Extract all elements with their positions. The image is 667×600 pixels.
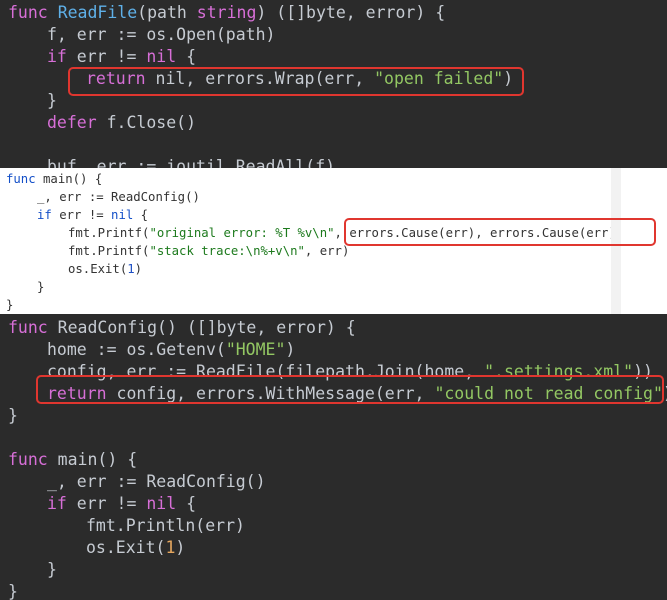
- code-line: f, err := os.Open(path): [47, 24, 275, 46]
- code-line: buf, err := ioutil.ReadAll(f): [47, 156, 335, 168]
- code-token: fmt.Printf(: [68, 226, 150, 240]
- code-pane-readconfig: func ReadConfig() ([]byte, error) {home …: [0, 314, 667, 600]
- code-token: func: [8, 3, 48, 22]
- code-token: nil: [146, 494, 177, 513]
- highlight-cause: [344, 218, 656, 246]
- code-line: }: [47, 559, 57, 581]
- code-token: fmt.Println(err): [86, 516, 245, 535]
- code-token: "HOME": [225, 340, 286, 359]
- code-line: func ReadConfig() ([]byte, error) {: [8, 317, 356, 339]
- code-token: if: [47, 494, 67, 513]
- code-token: ): [175, 538, 186, 557]
- code-token: (path: [137, 3, 197, 22]
- highlight-withmessage: [36, 375, 664, 404]
- code-line: if err != nil {: [37, 206, 148, 224]
- code-token: }: [8, 582, 18, 600]
- code-line: _, err := ReadConfig(): [47, 471, 266, 493]
- code-token: ReadFile: [57, 3, 138, 22]
- code-token: err !=: [66, 494, 147, 513]
- code-line: }: [8, 581, 18, 600]
- code-token: defer: [47, 113, 97, 132]
- code-token: func: [8, 450, 48, 469]
- code-token: 1: [165, 538, 176, 557]
- code-token: buf, err := ioutil.ReadAll(f): [47, 157, 336, 168]
- code-line: }: [37, 278, 44, 296]
- code-token: _, err := ReadConfig(): [47, 472, 266, 491]
- code-token: ): [285, 340, 296, 359]
- code-token: os.Exit(: [68, 262, 128, 276]
- code-line: func main() {: [6, 170, 102, 188]
- code-line: fmt.Println(err): [86, 515, 245, 537]
- code-token: nil: [146, 47, 177, 66]
- code-line: }: [6, 296, 13, 314]
- code-token: if: [47, 47, 67, 66]
- code-token: , err): [304, 244, 350, 258]
- code-token: nil: [111, 208, 134, 222]
- code-line: if err != nil {: [47, 493, 196, 515]
- code-pane-readfile: func ReadFile(path string) ([]byte, erro…: [0, 0, 667, 168]
- code-token: }: [8, 406, 18, 425]
- code-token: {: [176, 47, 197, 66]
- code-line: defer f.Close(): [47, 112, 196, 134]
- code-token: func: [8, 318, 48, 337]
- code-line: func ReadFile(path string) ([]byte, erro…: [8, 2, 445, 24]
- code-token: main() {: [47, 450, 138, 469]
- code-token: f.Close(): [96, 113, 197, 132]
- code-token: if: [37, 208, 52, 222]
- code-token: fmt.Printf(: [68, 244, 150, 258]
- code-token: "original error: %T %v\n": [149, 226, 335, 240]
- code-token: string: [196, 3, 257, 22]
- code-token: }: [6, 298, 14, 312]
- code-line: fmt.Printf("stack trace:\n%+v\n", err): [68, 242, 349, 260]
- code-token: }: [47, 560, 57, 579]
- code-token: _, err := ReadConfig(): [37, 190, 200, 204]
- code-token: ReadConfig() ([]byte, error) {: [47, 318, 356, 337]
- code-token: home := os.Getenv(: [47, 340, 226, 359]
- code-token: err !=: [66, 47, 147, 66]
- highlight-wrap: [68, 67, 524, 96]
- code-token: func: [6, 172, 36, 186]
- code-token: }: [47, 91, 57, 110]
- code-line: os.Exit(1): [86, 537, 185, 559]
- code-line: _, err := ReadConfig(): [37, 188, 200, 206]
- code-token: {: [176, 494, 197, 513]
- code-token: os.Exit(: [86, 538, 166, 557]
- code-pane-main-overlay: func main() { _, err := ReadConfig() if er…: [0, 168, 667, 314]
- code-token: err !=: [51, 208, 112, 222]
- code-token: }: [37, 280, 45, 294]
- code-line: }: [47, 90, 57, 112]
- code-token: main() {: [35, 172, 103, 186]
- code-line: os.Exit(1): [68, 260, 142, 278]
- code-token: 1: [127, 262, 135, 276]
- code-token: {: [133, 208, 149, 222]
- code-token: ) ([]byte, error) {: [256, 3, 446, 22]
- code-line: func main() {: [8, 449, 137, 471]
- code-line: if err != nil {: [47, 46, 196, 68]
- code-token: ): [134, 262, 143, 276]
- code-token: "stack trace:\n%+v\n": [149, 244, 305, 258]
- code-token: f, err := os.Open(path): [47, 25, 276, 44]
- code-line: home := os.Getenv("HOME"): [47, 339, 295, 361]
- code-line: }: [8, 405, 18, 427]
